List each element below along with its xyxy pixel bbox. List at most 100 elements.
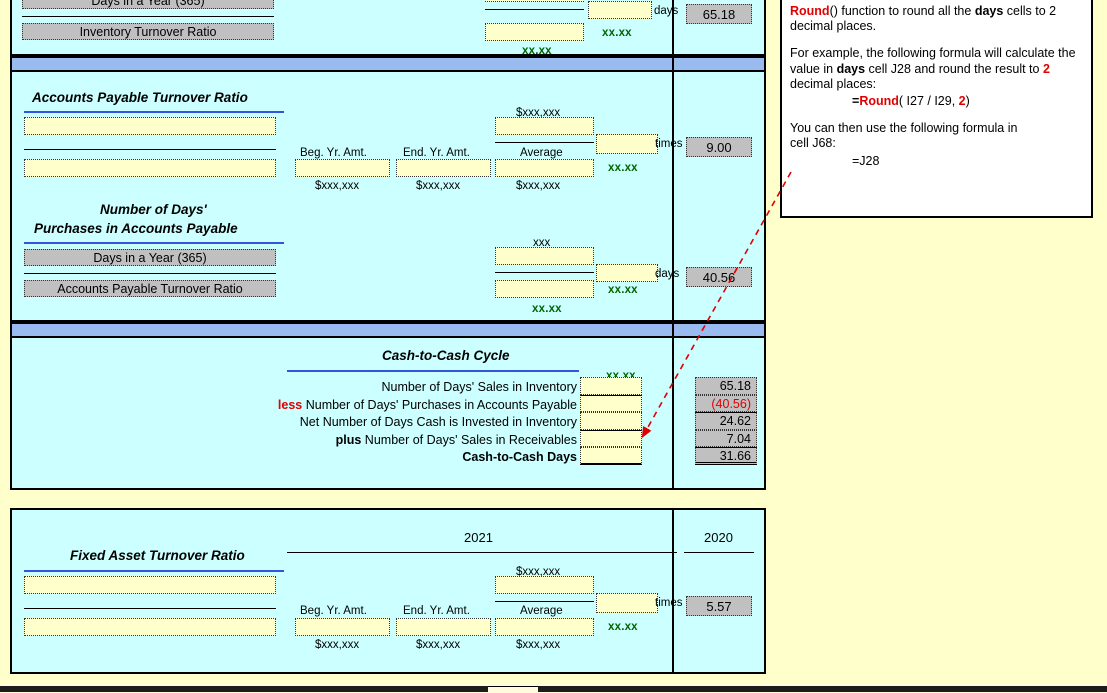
section-accounts-payable: Accounts Payable Turnover Ratio Beg. Yr.… [10,72,766,322]
ap-end-year-header: End. Yr. Amt. [403,147,470,159]
fixed-asset-average-numerator-input[interactable] [495,576,594,594]
ap-beg-year-input[interactable] [295,159,390,177]
ap-days-result-placeholder: xx.xx [608,284,638,296]
fixed-asset-average-denominator-input[interactable] [495,618,594,636]
ap-average-numerator-input[interactable] [495,117,594,135]
ap-days-denominator-input[interactable] [495,280,594,298]
note-p2-c: cell J28 and round the result to [865,61,1043,76]
fixed-asset-end-year-placeholder: $xxx,xxx [416,639,461,651]
ap-average-header: Average [520,147,563,159]
cash-cycle-row-text: Number of Days' Purchases in Accounts Pa… [305,397,577,412]
two-keyword: 2 [1042,61,1050,76]
separator-band-2 [10,322,766,338]
cash-cycle-row-text: Net Number of Days Cash is Invested in I… [299,415,577,429]
fixed-asset-result-placeholder: xx.xx [608,621,638,633]
ap-days-fraction-rule [24,273,276,274]
prior-year-column-divider [672,510,674,672]
ap-end-year-input[interactable] [396,159,491,177]
fixed-asset-fraction-rule [24,608,276,609]
ap-turnover-ratio-cell[interactable]: Accounts Payable Turnover Ratio [24,280,276,297]
prior-year-column-divider [672,58,674,70]
fixed-asset-end-year-input[interactable] [396,618,491,636]
fixed-asset-year-current: 2021 [464,530,493,545]
fixed-asset-year-current-rule [287,552,677,553]
formula1-round-keyword: Round [859,94,899,109]
section-cash-to-cash: Cash-to-Cash Cycle xx.xx Number of Days'… [10,338,766,490]
ap-title-underline [24,111,284,113]
ap-turnover-prior-year-value: 9.00 [686,137,752,157]
cash-cycle-row-label: Net Number of Days Cash is Invested in I… [12,415,577,429]
fixed-asset-title: Fixed Asset Turnover Ratio [70,548,245,563]
formula1-args-b: ) [965,94,970,109]
ap-average-denominator-input[interactable] [495,159,594,177]
note-formula-2: =J28 [852,153,880,168]
fixed-asset-result-input[interactable] [596,593,658,613]
inventory-days-result-input[interactable] [588,1,652,19]
ap-beg-year-placeholder: $xxx,xxx [315,180,360,192]
cash-cycle-row-value: 65.18 [695,377,757,395]
note-paragraph-2: For example, the following formula will … [790,46,1083,92]
cash-cycle-row-input[interactable] [580,412,642,430]
fixed-asset-beg-year-input[interactable] [295,618,390,636]
ap-turnover-result-input[interactable] [596,134,658,154]
formula1-second-arg: 2 [958,94,966,109]
prior-year-column-divider [672,324,674,336]
cash-cycle-row-value: (40.56) [695,394,757,412]
fixed-asset-denominator-input[interactable] [24,618,276,636]
ap-days-title-underline [24,242,284,244]
fixed-asset-year-prior: 2020 [704,530,733,545]
cash-cycle-row-prefix: plus [335,432,365,447]
prior-year-column-divider [672,338,674,488]
ap-days-unit-label: days [655,268,680,280]
inventory-days-numerator-input[interactable] [485,0,584,2]
ap-denominator-input[interactable] [24,159,276,177]
fixed-asset-end-year-header: End. Yr. Amt. [403,605,470,617]
cash-cycle-title-underline [287,370,579,372]
scrollbar-thumb-left[interactable] [0,686,488,692]
fixed-asset-title-underline [24,570,284,572]
days-keyword-2: days [836,61,866,76]
fixed-asset-numerator-input[interactable] [24,576,276,594]
inventory-fraction-rule [22,16,274,17]
cash-cycle-title: Cash-to-Cash Cycle [382,348,510,363]
ap-days-in-year-cell[interactable]: Days in a Year (365) [24,249,276,266]
formula1-args-a: ( I27 / I29, [898,94,959,109]
cash-cycle-row-input[interactable] [580,394,642,412]
cash-cycle-row-text: Number of Days' Sales in Receivables [364,432,577,447]
scrollbar-thumb-right[interactable] [538,686,1107,692]
fixed-asset-average-fraction-rule [495,601,594,602]
ap-days-numerator-input[interactable] [495,247,594,265]
ap-average-fraction-rule [495,142,594,143]
note-paragraph-3: You can then use the following formula i… [790,121,1083,151]
cash-cycle-row-input[interactable] [580,429,642,447]
cash-cycle-row-input[interactable] [580,377,642,395]
prior-year-column-divider [672,72,674,320]
ap-turnover-result-placeholder: xx.xx [608,162,638,174]
ap-days-calc-rule [495,272,594,273]
fixed-asset-average-placeholder: $xxx,xxx [516,639,561,651]
fixed-asset-year-prior-rule [684,552,754,553]
cash-cycle-row-label: plus Number of Days' Sales in Receivable… [12,433,577,447]
round-keyword-1: Round [790,4,830,18]
cash-cycle-row-text: Cash-to-Cash Days [462,450,577,464]
note-p3-b: cell J68: [790,136,836,151]
fixed-asset-beg-year-placeholder: $xxx,xxx [315,639,360,651]
ap-days-result-input[interactable] [596,264,658,282]
cash-cycle-row-input[interactable] [580,447,642,465]
horizontal-scrollbar[interactable] [0,684,1107,693]
days-in-year-cell[interactable]: Days in a Year (365) [22,0,274,9]
inventory-days-fraction-rule [485,9,584,10]
inventory-days-denominator-input[interactable] [485,23,584,41]
fixed-asset-times-unit-label: times [655,597,683,609]
ap-times-unit-label: times [655,138,683,150]
fixed-asset-beg-year-header: Beg. Yr. Amt. [300,605,367,617]
note-formula-1: =Round( I27 / I29, 2) [852,94,1083,109]
inventory-turnover-ratio-cell[interactable]: Inventory Turnover Ratio [22,23,274,40]
cash-cycle-row-value: 31.66 [695,447,757,465]
ap-turnover-title: Accounts Payable Turnover Ratio [32,90,248,105]
ap-numerator-input[interactable] [24,117,276,135]
ap-beg-year-header: Beg. Yr. Amt. [300,147,367,159]
separator-band-1 [10,56,766,72]
worksheet-canvas: Days in a Year (365) Inventory Turnover … [0,0,1107,693]
ap-days-denominator-placeholder: xx.xx [532,303,562,315]
